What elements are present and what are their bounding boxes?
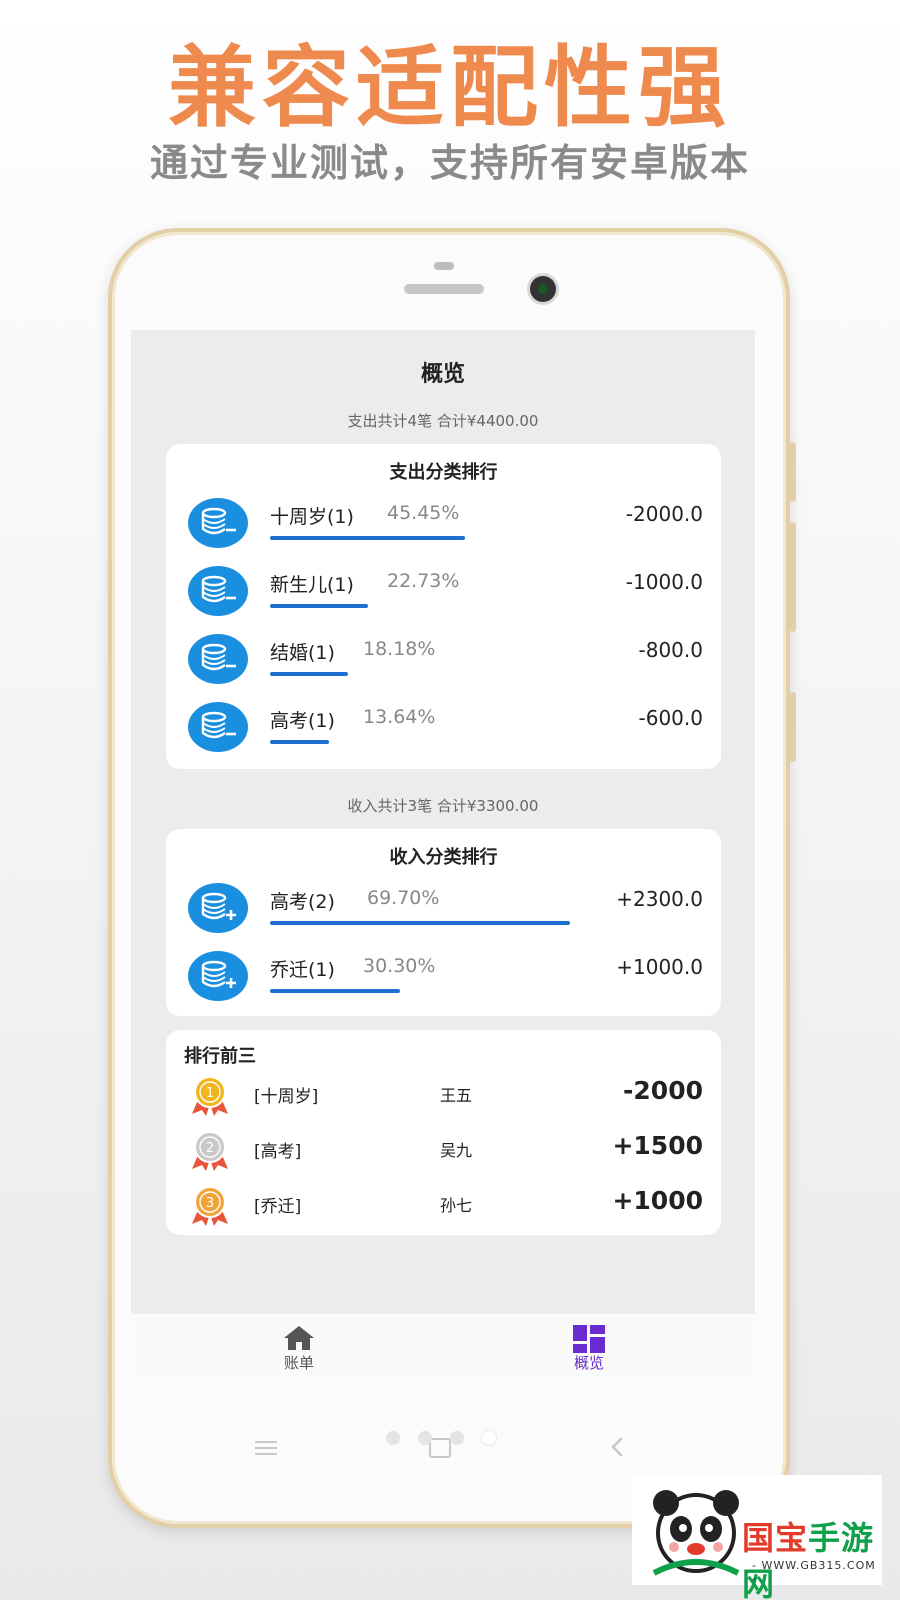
- category-progress-bar: [270, 989, 400, 993]
- front-camera: [530, 276, 556, 302]
- category-progress-bar: [270, 536, 465, 540]
- page-dot: [386, 1431, 400, 1445]
- medal-icon: 2: [192, 1131, 228, 1171]
- watermark-url: - WWW.GB315.COM -: [752, 1559, 876, 1585]
- coin-stack-icon: [201, 575, 236, 603]
- home-icon: [284, 1326, 314, 1350]
- coin-stack-icon: [201, 711, 236, 739]
- category-amount: +2300.0: [616, 887, 703, 911]
- category-percent: 30.30%: [363, 955, 436, 977]
- coin-stack-icon: [201, 892, 236, 920]
- category-row[interactable]: 新生儿(1) 22.73% -1000.0: [166, 566, 721, 634]
- volume-up-button: [790, 442, 796, 502]
- category-progress-bar: [270, 740, 329, 744]
- power-button: [790, 692, 796, 762]
- category-icon: [188, 883, 248, 933]
- top-three-card: 排行前三 1 [十周岁] 王五 -2000 2 [高考] 吴九 +1500 3 [乔迁] 孙七 +10…: [166, 1030, 721, 1235]
- category-amount: -1000.0: [625, 570, 703, 594]
- category-row[interactable]: 十周岁(1) 45.45% -2000.0: [166, 498, 721, 566]
- medal-rank: 2: [206, 1141, 214, 1156]
- category-row[interactable]: 乔迁(1) 30.30% +1000.0: [166, 951, 721, 1019]
- app-screen: 概览 支出共计4笔 合计¥4400.00 支出分类排行 十周岁(1) 45.45%…: [131, 330, 755, 1382]
- category-name: 十周岁(1): [270, 506, 354, 528]
- medal-icon: 3: [192, 1186, 228, 1226]
- watermark-logo: 国宝手游网 - WWW.GB315.COM -: [632, 1475, 882, 1603]
- expense-card-title: 支出分类排行: [389, 462, 498, 483]
- category-amount: -600.0: [638, 706, 703, 730]
- category-name: 新生儿(1): [270, 574, 354, 596]
- panda-icon: [652, 1490, 740, 1576]
- income-summary: 收入共计3笔 合计¥3300.00: [347, 797, 539, 815]
- medal-rank: 1: [206, 1086, 214, 1101]
- top-three-title: 排行前三: [184, 1046, 256, 1067]
- volume-down-button: [790, 522, 796, 632]
- category-percent: 45.45%: [387, 502, 460, 524]
- coin-stack-icon: [201, 643, 236, 671]
- rank-person: 孙七: [439, 1196, 472, 1215]
- coin-stack-icon: [201, 507, 236, 535]
- earpiece-speaker: [404, 284, 484, 294]
- category-icon: [188, 634, 248, 684]
- page-indicator: [386, 1430, 514, 1449]
- top-rank-row[interactable]: 1 [十周岁] 王五 -2000: [166, 1072, 721, 1122]
- category-icon: [188, 498, 248, 548]
- category-row[interactable]: 高考(1) 13.64% -600.0: [166, 702, 721, 770]
- page-dot-active: [482, 1431, 496, 1445]
- category-name: 高考(2): [270, 891, 335, 913]
- tab-overview-label: 概览: [573, 1354, 604, 1372]
- category-percent: 13.64%: [363, 706, 436, 728]
- rank-amount: -2000: [623, 1076, 703, 1105]
- back-icon[interactable]: [609, 1436, 625, 1458]
- top-rank-row[interactable]: 3 [乔迁] 孙七 +1000: [166, 1182, 721, 1232]
- category-icon: [188, 951, 248, 1001]
- page-title: 概览: [420, 362, 465, 387]
- category-progress-bar: [270, 604, 368, 608]
- income-card-title: 收入分类排行: [389, 847, 498, 868]
- category-row[interactable]: 高考(2) 69.70% +2300.0: [166, 883, 721, 951]
- category-progress-bar: [270, 672, 348, 676]
- page-dot: [418, 1431, 432, 1445]
- menu-icon[interactable]: [255, 1440, 277, 1456]
- sensor: [434, 262, 454, 270]
- category-icon: [188, 702, 248, 752]
- top-rank-row[interactable]: 2 [高考] 吴九 +1500: [166, 1127, 721, 1177]
- rank-amount: +1000: [612, 1186, 703, 1215]
- expense-summary: 支出共计4笔 合计¥4400.00: [347, 412, 539, 430]
- category-icon: [188, 566, 248, 616]
- tab-bills-label: 账单: [283, 1354, 314, 1372]
- rank-amount: +1500: [612, 1131, 703, 1160]
- dashboard-icon: [573, 1325, 605, 1353]
- rank-category: [高考]: [254, 1142, 302, 1162]
- tab-bills[interactable]: 账单: [143, 1314, 455, 1382]
- rank-category: [乔迁]: [254, 1197, 302, 1217]
- promo-subline: 通过专业测试，支持所有安卓版本: [149, 141, 750, 185]
- category-name: 结婚(1): [270, 642, 335, 664]
- category-name: 高考(1): [270, 710, 335, 732]
- medal-rank: 3: [206, 1196, 214, 1211]
- category-percent: 69.70%: [367, 887, 440, 909]
- category-row[interactable]: 结婚(1) 18.18% -800.0: [166, 634, 721, 702]
- category-amount: -800.0: [638, 638, 703, 662]
- category-percent: 18.18%: [363, 638, 436, 660]
- category-percent: 22.73%: [387, 570, 460, 592]
- rank-category: [十周岁]: [254, 1087, 319, 1107]
- promo-headline: 兼容适配性强: [167, 36, 732, 139]
- rank-person: 王五: [439, 1086, 472, 1105]
- category-name: 乔迁(1): [270, 959, 335, 981]
- category-progress-bar: [270, 921, 570, 925]
- medal-icon: 1: [192, 1076, 228, 1116]
- page-dot: [450, 1431, 464, 1445]
- income-ranking-card: 收入分类排行 高考(2) 69.70% +2300.0 乔迁(1) 30.30% +100…: [166, 829, 721, 1016]
- tab-overview[interactable]: 概览: [433, 1314, 745, 1382]
- expense-ranking-card: 支出分类排行 十周岁(1) 45.45% -2000.0 新生儿(1) 22.73% -1…: [166, 444, 721, 769]
- category-amount: +1000.0: [616, 955, 703, 979]
- bottom-tab-bar: 账单 概览: [131, 1314, 755, 1382]
- coin-stack-icon: [201, 960, 236, 988]
- category-amount: -2000.0: [625, 502, 703, 526]
- rank-person: 吴九: [439, 1141, 472, 1160]
